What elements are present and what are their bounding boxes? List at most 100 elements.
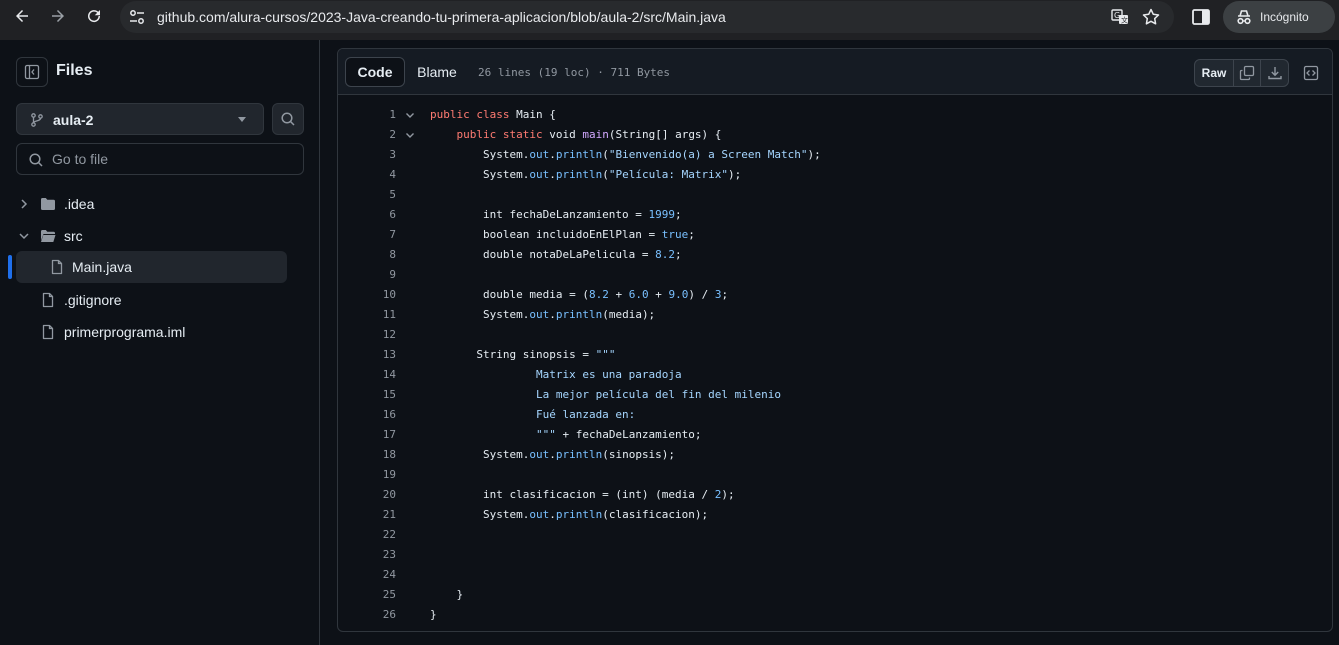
chevron-down-icon[interactable]: [16, 228, 32, 244]
code-token: public class: [430, 108, 517, 121]
line-number[interactable]: 5: [338, 188, 396, 201]
code-line[interactable]: 11 System.out.println(media);: [338, 305, 1332, 325]
code-text: System.out.println("Bienvenido(a) a Scre…: [430, 148, 821, 161]
code-line[interactable]: 24: [338, 565, 1332, 585]
code-token: double media = (: [430, 288, 589, 301]
translate-icon[interactable]: G 文: [1110, 7, 1130, 27]
line-number[interactable]: 15: [338, 388, 396, 401]
code-line[interactable]: 4 System.out.println("Película: Matrix")…: [338, 165, 1332, 185]
code-text: Fué lanzada en:: [430, 408, 635, 421]
code-line[interactable]: 22: [338, 525, 1332, 545]
code-line[interactable]: 14 Matrix es una paradoja: [338, 365, 1332, 385]
code-line[interactable]: 21 System.out.println(clasificacion);: [338, 505, 1332, 525]
search-code-button[interactable]: [272, 103, 304, 135]
line-number[interactable]: 25: [338, 588, 396, 601]
line-number[interactable]: 7: [338, 228, 396, 241]
code-token: println: [555, 148, 603, 161]
go-to-file-field[interactable]: [16, 143, 304, 175]
line-number[interactable]: 6: [338, 208, 396, 221]
line-number[interactable]: 23: [338, 548, 396, 561]
line-number[interactable]: 9: [338, 268, 396, 281]
tree-item-gitignore[interactable]: .gitignore: [16, 284, 287, 316]
line-number[interactable]: 8: [338, 248, 396, 261]
line-number[interactable]: 10: [338, 288, 396, 301]
line-number[interactable]: 17: [338, 428, 396, 441]
chevron-right-icon[interactable]: [16, 196, 32, 212]
folder-open-icon: [41, 230, 56, 242]
tree-item-idea[interactable]: .idea: [16, 188, 287, 220]
fold-chevron-icon[interactable]: [404, 109, 416, 121]
back-arrow-icon: [16, 10, 28, 22]
site-settings-icon[interactable]: [128, 8, 146, 26]
code-line[interactable]: 23: [338, 545, 1332, 565]
tree-item-primerprograma-iml[interactable]: primerprograma.iml: [16, 316, 287, 348]
fold-chevron-icon[interactable]: [404, 129, 416, 141]
incognito-badge[interactable]: Incógnito: [1223, 1, 1335, 33]
files-title: Files: [56, 62, 93, 79]
code-line[interactable]: 25 }: [338, 585, 1332, 605]
code-line[interactable]: 18 System.out.println(sinopsis);: [338, 445, 1332, 465]
reload-button[interactable]: [82, 4, 106, 28]
code-text: int clasificacion = (int) (media / 2);: [430, 488, 735, 501]
star-icon[interactable]: [1141, 7, 1161, 27]
code-token: ) /: [688, 288, 715, 301]
code-line[interactable]: 7 boolean incluidoEnElPlan = true;: [338, 225, 1332, 245]
symbols-button[interactable]: [1297, 59, 1325, 87]
go-to-file-input[interactable]: [52, 149, 292, 169]
side-panel-icon[interactable]: [1190, 6, 1212, 28]
tree-item-main-java[interactable]: Main.java: [16, 251, 287, 283]
code-line[interactable]: 3 System.out.println("Bienvenido(a) a Sc…: [338, 145, 1332, 165]
line-number[interactable]: 21: [338, 508, 396, 521]
code-line[interactable]: 12: [338, 325, 1332, 345]
code-line[interactable]: 1 public class Main {: [338, 105, 1332, 125]
code-line[interactable]: 10 double media = (8.2 + 6.0 + 9.0) / 3;: [338, 285, 1332, 305]
code-line[interactable]: 9: [338, 265, 1332, 285]
code-token: out: [529, 448, 550, 461]
line-number[interactable]: 11: [338, 308, 396, 321]
back-button[interactable]: [10, 4, 34, 28]
code-token: + fechaDeLanzamiento;: [555, 428, 702, 441]
tab-blame[interactable]: Blame: [407, 57, 467, 87]
code-token: System.: [430, 508, 530, 521]
line-number[interactable]: 13: [338, 348, 396, 361]
code-line[interactable]: 16 Fué lanzada en:: [338, 405, 1332, 425]
panel-toggle-icon: [24, 64, 40, 80]
line-number[interactable]: 19: [338, 468, 396, 481]
line-number[interactable]: 24: [338, 568, 396, 581]
line-number[interactable]: 22: [338, 528, 396, 541]
forward-button[interactable]: [46, 4, 70, 28]
code-line[interactable]: 13 String sinopsis = """: [338, 345, 1332, 365]
line-number[interactable]: 16: [338, 408, 396, 421]
code-text: boolean incluidoEnElPlan = true;: [430, 228, 695, 241]
code-line[interactable]: 6 int fechaDeLanzamiento = 1999;: [338, 205, 1332, 225]
code-line[interactable]: 20 int clasificacion = (int) (media / 2)…: [338, 485, 1332, 505]
code-token: System.: [430, 308, 530, 321]
raw-button[interactable]: Raw: [1195, 60, 1234, 86]
line-number[interactable]: 4: [338, 168, 396, 181]
code-line[interactable]: 2 public static void main(String[] args)…: [338, 125, 1332, 145]
code-text: }: [430, 608, 437, 621]
code-line[interactable]: 26}: [338, 605, 1332, 625]
code-token: out: [529, 148, 550, 161]
line-number[interactable]: 20: [338, 488, 396, 501]
code-line[interactable]: 15 La mejor película del fin del milenio: [338, 385, 1332, 405]
line-number[interactable]: 12: [338, 328, 396, 341]
line-number[interactable]: 26: [338, 608, 396, 621]
branch-selector[interactable]: aula-2: [16, 103, 264, 135]
line-number[interactable]: 2: [338, 128, 396, 141]
code-line[interactable]: 17 """ + fechaDeLanzamiento;: [338, 425, 1332, 445]
code-line[interactable]: 19: [338, 465, 1332, 485]
line-number[interactable]: 18: [338, 448, 396, 461]
code-line[interactable]: 8 double notaDeLaPelicula = 8.2;: [338, 245, 1332, 265]
line-number[interactable]: 14: [338, 368, 396, 381]
url-text: github.com/alura-cursos/2023-Java-creand…: [157, 9, 726, 25]
tab-code[interactable]: Code: [345, 57, 405, 87]
collapse-file-tree-button[interactable]: [16, 57, 48, 87]
download-button[interactable]: [1261, 60, 1288, 86]
tree-item-src[interactable]: src: [16, 220, 287, 252]
copy-button[interactable]: [1234, 60, 1261, 86]
line-number[interactable]: 3: [338, 148, 396, 161]
code-line[interactable]: 5: [338, 185, 1332, 205]
line-number[interactable]: 1: [338, 108, 396, 121]
address-bar[interactable]: github.com/alura-cursos/2023-Java-creand…: [120, 1, 1174, 33]
